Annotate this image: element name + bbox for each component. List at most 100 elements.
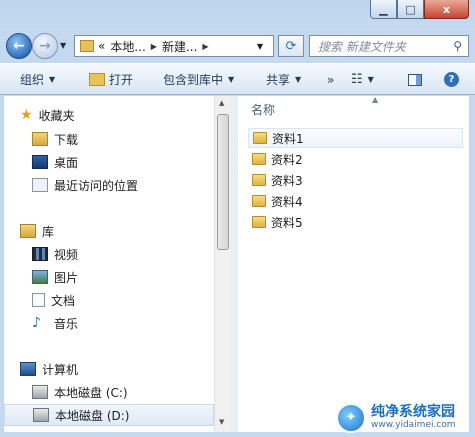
maximize-button[interactable]: □ — [397, 0, 424, 19]
close-button[interactable]: x — [424, 0, 469, 19]
file-name: 资料4 — [271, 194, 303, 209]
watermark-logo: ✦ 纯净系统家园 www.yidaimei.com — [336, 398, 475, 437]
address-dropdown-icon[interactable]: ▼ — [257, 42, 263, 51]
sort-ascending-icon: ▲ — [372, 95, 379, 104]
drive-icon — [33, 408, 49, 422]
chevron-down-icon: ▼ — [228, 75, 235, 84]
chevron-down-icon: ▼ — [49, 75, 56, 84]
downloads-icon — [32, 132, 48, 146]
column-header-name[interactable]: 名称 ▲ — [238, 95, 469, 120]
sidebar-header-favorites[interactable]: ★ 收藏夹 — [20, 104, 214, 126]
scroll-up-icon[interactable]: ▲ — [219, 99, 224, 107]
refresh-button[interactable]: ⟳ — [278, 35, 304, 57]
column-header-label: 名称 — [251, 103, 276, 117]
sidebar-item-label: 本地磁盘 (C:) — [54, 385, 128, 400]
sidebar-item-desktop[interactable]: 桌面 — [32, 151, 214, 173]
watermark-url: www.yidaimei.com — [371, 420, 456, 430]
chevron-right-icon[interactable]: ▶ — [202, 42, 208, 51]
address-bar[interactable]: « 本地... ▶ 新建... ▶ ▼ — [74, 35, 274, 57]
window-border-right — [469, 96, 475, 432]
folder-icon — [80, 40, 94, 52]
help-icon: ? — [444, 72, 459, 87]
file-list: 名称 ▲ 资料1 资料2 资料3 资料4 资料5 — [238, 95, 469, 432]
title-bar: ▁ □ x — [0, 0, 475, 30]
organize-label: 组织 — [20, 73, 45, 87]
sidebar-item-label: 本地磁盘 (D:) — [55, 408, 130, 423]
address-overflow[interactable]: « — [98, 39, 105, 53]
folder-icon — [252, 195, 266, 207]
folder-icon — [252, 216, 266, 228]
recent-pages-dropdown[interactable]: ▼ — [60, 41, 66, 50]
sidebar-item-label: 文档 — [51, 293, 76, 308]
sidebar-item-label: 音乐 — [54, 316, 79, 331]
sidebar-header-libraries[interactable]: 库 — [20, 220, 214, 242]
folder-icon — [252, 174, 266, 186]
share-label: 共享 — [266, 73, 291, 87]
organize-menu[interactable]: 组织 ▼ — [20, 64, 55, 95]
chevron-down-icon: ▼ — [295, 75, 302, 84]
sidebar-header-computer[interactable]: 计算机 — [20, 358, 214, 380]
sidebar-item-music[interactable]: ♪ 音乐 — [32, 312, 214, 334]
file-name: 资料3 — [271, 173, 303, 188]
open-button[interactable]: 打开 — [89, 64, 133, 95]
sidebar-item-downloads[interactable]: 下载 — [32, 128, 214, 150]
back-button[interactable]: ← — [6, 33, 32, 59]
sidebar-item-recent-places[interactable]: 最近访问的位置 — [32, 174, 214, 196]
list-item[interactable]: 资料2 — [248, 149, 463, 169]
scrollbar-thumb[interactable] — [217, 114, 229, 250]
sidebar-item-pictures[interactable]: 图片 — [32, 266, 214, 288]
explorer-window: ▁ □ x ← → ▼ « 本地... ▶ 新建... ▶ ▼ ⟳ 搜索 新建文… — [0, 0, 475, 437]
share-menu[interactable]: 共享 ▼ — [266, 64, 301, 95]
documents-icon — [32, 293, 45, 307]
computer-icon — [20, 362, 36, 376]
list-item[interactable]: 资料1 — [248, 128, 463, 148]
watermark-title: 纯净系统家园 — [371, 404, 455, 420]
forward-button[interactable]: → — [32, 33, 58, 59]
star-icon: ★ — [20, 107, 33, 123]
list-item[interactable]: 资料3 — [248, 170, 463, 190]
pictures-icon — [32, 270, 48, 284]
drive-icon — [32, 385, 48, 399]
file-name: 资料5 — [271, 215, 303, 230]
include-in-library-menu[interactable]: 包含到库中 ▼ — [163, 64, 234, 95]
sidebar-item-label: 最近访问的位置 — [54, 178, 139, 193]
folder-icon — [253, 132, 267, 144]
navigation-pane-scrollbar[interactable]: ▲ ▼ — [214, 96, 231, 432]
list-item[interactable]: 资料4 — [248, 191, 463, 211]
recent-places-icon — [32, 178, 48, 192]
watermark-text: 纯净系统家园 www.yidaimei.com — [371, 404, 456, 431]
file-name: 资料2 — [271, 152, 303, 167]
sidebar-item-label: 视频 — [54, 247, 79, 262]
sidebar-header-label: 库 — [42, 224, 55, 239]
list-item[interactable]: 资料5 — [248, 212, 463, 232]
pane-splitter[interactable] — [231, 96, 238, 432]
music-icon: ♪ — [32, 315, 41, 331]
video-icon — [32, 247, 48, 261]
breadcrumb-local-disk[interactable]: 本地... — [110, 38, 145, 55]
desktop-icon — [32, 155, 48, 169]
scroll-down-icon[interactable]: ▼ — [219, 418, 224, 426]
view-icon: ☷ — [351, 72, 363, 87]
navigation-bar: ← → ▼ « 本地... ▶ 新建... ▶ ▼ ⟳ 搜索 新建文件夹 ⚲ — [0, 30, 475, 62]
chevron-right-icon[interactable]: ▶ — [151, 42, 157, 51]
chevron-down-icon: ▼ — [367, 75, 374, 84]
minimize-button[interactable]: ▁ — [370, 0, 397, 19]
sidebar-item-documents[interactable]: 文档 — [32, 289, 214, 311]
sidebar-item-label: 图片 — [54, 270, 79, 285]
search-input[interactable]: 搜索 新建文件夹 — [318, 38, 453, 55]
preview-pane-icon — [408, 73, 422, 86]
search-icon[interactable]: ⚲ — [453, 39, 462, 53]
sidebar-item-drive-c[interactable]: 本地磁盘 (C:) — [32, 381, 214, 403]
breadcrumb-new-folder[interactable]: 新建... — [162, 38, 197, 55]
sidebar-item-videos[interactable]: 视频 — [32, 243, 214, 265]
search-box[interactable]: 搜索 新建文件夹 ⚲ — [309, 35, 469, 57]
sidebar-item-label: 桌面 — [54, 155, 79, 170]
preview-pane-button[interactable] — [408, 64, 422, 95]
sidebar-item-drive-d[interactable]: 本地磁盘 (D:) — [4, 404, 214, 426]
more-commands-button[interactable]: » — [327, 64, 334, 95]
include-in-library-label: 包含到库中 — [163, 73, 224, 87]
sidebar-header-label: 计算机 — [42, 362, 79, 377]
change-view-button[interactable]: ☷ ▼ — [351, 64, 374, 95]
window-controls: ▁ □ x — [370, 0, 469, 19]
help-button[interactable]: ? — [444, 64, 459, 95]
